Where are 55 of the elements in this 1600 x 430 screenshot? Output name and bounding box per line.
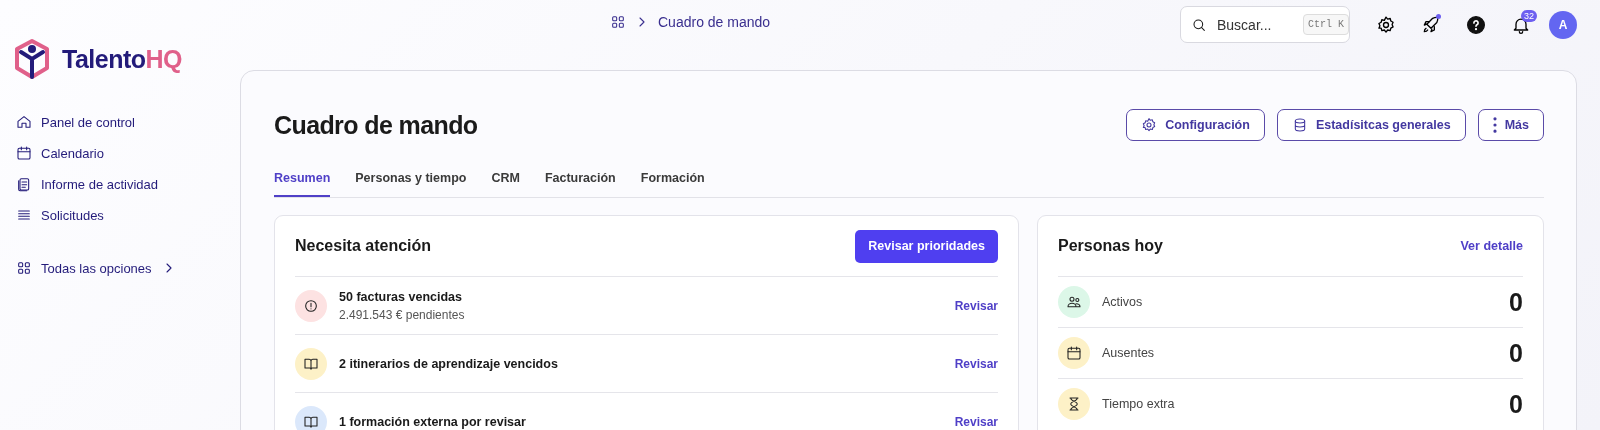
stat-label: Tiempo extra bbox=[1102, 397, 1175, 411]
sidebar-item[interactable]: Calendario bbox=[16, 145, 240, 161]
calendar-icon bbox=[1066, 345, 1082, 361]
card-title: Personas hoy bbox=[1058, 237, 1163, 255]
calendar-icon bbox=[16, 145, 32, 161]
action-button[interactable]: Configuración bbox=[1126, 109, 1265, 141]
search-bar[interactable]: Buscar... Ctrl K bbox=[1180, 6, 1350, 43]
stat-label: Activos bbox=[1102, 295, 1143, 309]
notification-count: 32 bbox=[1521, 9, 1537, 22]
page-title: Cuadro de mando bbox=[274, 110, 478, 140]
sidebar-item[interactable]: Informe de actividad bbox=[16, 176, 240, 192]
search-input[interactable]: Buscar... bbox=[1215, 15, 1295, 34]
brand-name: TalentoHQ bbox=[62, 44, 183, 74]
stat-value: 0 bbox=[1509, 338, 1523, 368]
settings-icon bbox=[1376, 14, 1396, 35]
card-title: Necesita atención bbox=[295, 237, 432, 255]
item-title: 1 formación externa por revisar bbox=[339, 414, 526, 429]
more-icon bbox=[1492, 117, 1497, 133]
settings-icon bbox=[1141, 117, 1158, 133]
home-icon bbox=[16, 114, 32, 130]
notifications-button[interactable]: 32 bbox=[1499, 6, 1543, 43]
review-link[interactable]: Revisar bbox=[954, 298, 998, 313]
people-icon bbox=[1066, 294, 1082, 310]
logo-icon bbox=[12, 38, 52, 80]
review-link[interactable]: Revisar bbox=[954, 414, 998, 429]
all-options-link[interactable]: Todas las opciones bbox=[16, 260, 240, 276]
view-details-link[interactable]: Ver detalle bbox=[1460, 239, 1523, 253]
grid-icon bbox=[16, 260, 32, 276]
review-priorities-button[interactable]: Revisar prioridades bbox=[855, 229, 998, 263]
grid-icon bbox=[610, 14, 626, 30]
tab[interactable]: Formación bbox=[640, 163, 705, 197]
shortcut-hint: Ctrl K bbox=[1303, 14, 1349, 35]
item-title: 2 itinerarios de aprendizaje vencidos bbox=[339, 356, 558, 371]
stat-value: 0 bbox=[1509, 287, 1523, 317]
list-icon bbox=[16, 207, 32, 223]
item-subtitle: 2.491.543 € pendientes bbox=[339, 307, 465, 322]
alert-icon bbox=[303, 297, 319, 314]
tab[interactable]: CRM bbox=[491, 163, 520, 197]
stat-value: 0 bbox=[1509, 389, 1523, 419]
review-link[interactable]: Revisar bbox=[954, 356, 998, 371]
user-avatar[interactable]: A bbox=[1549, 10, 1577, 39]
sidebar-item[interactable]: Panel de control bbox=[16, 114, 240, 130]
action-button[interactable]: Más bbox=[1477, 109, 1544, 141]
stat-label: Ausentes bbox=[1102, 346, 1155, 360]
rocket-icon bbox=[1421, 14, 1441, 35]
tab[interactable]: Facturación bbox=[544, 163, 616, 197]
action-button[interactable]: Estadísitcas generales bbox=[1276, 109, 1466, 141]
help-icon bbox=[1466, 14, 1486, 35]
tab[interactable]: Personas y tiempo bbox=[355, 163, 467, 197]
tab[interactable]: Resumen bbox=[274, 163, 331, 197]
clipboard-icon bbox=[16, 176, 32, 192]
item-title: 50 facturas vencidas bbox=[339, 289, 463, 304]
search-icon bbox=[1191, 16, 1207, 33]
breadcrumb-current: Cuadro de mando bbox=[658, 14, 771, 30]
sidebar-item[interactable]: Solicitudes bbox=[16, 207, 240, 223]
